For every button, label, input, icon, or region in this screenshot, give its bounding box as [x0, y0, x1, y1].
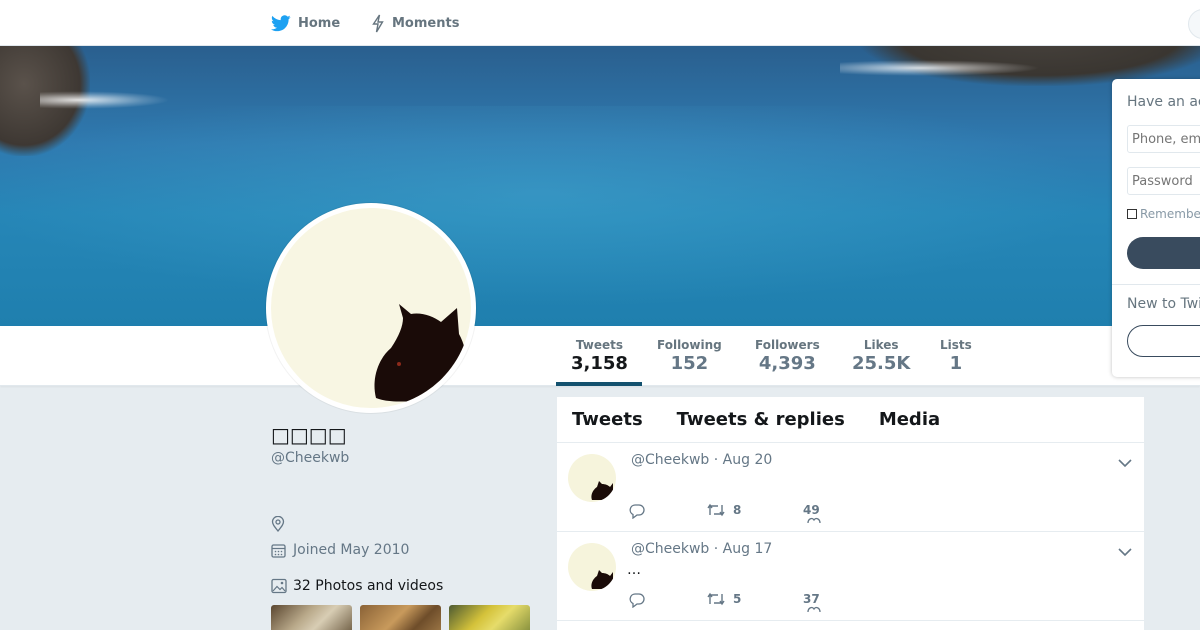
heart-icon	[807, 606, 821, 612]
stat-label: Lists	[940, 338, 972, 352]
lightning-icon	[371, 14, 385, 33]
login-heading: Have an ac	[1127, 94, 1200, 110]
photo-thumbnail[interactable]	[360, 605, 441, 630]
retweet-count: 5	[733, 592, 742, 606]
tweet-text: …	[627, 562, 641, 578]
photos-row[interactable]: 32 Photos and videos	[271, 578, 443, 594]
reply-button[interactable]	[629, 503, 653, 519]
location-row	[271, 516, 293, 532]
joined-date: Joined May 2010	[293, 542, 410, 558]
tab-tweets-replies[interactable]: Tweets & replies	[677, 409, 845, 430]
stat-lists[interactable]: Lists 1	[940, 338, 972, 374]
profile-banner	[0, 46, 1200, 326]
like-count: 49	[803, 503, 820, 517]
stat-value: 152	[670, 353, 709, 374]
stat-value: 25.5K	[852, 353, 911, 374]
stat-value: 4,393	[758, 353, 816, 374]
stat-label: Tweets	[575, 338, 624, 352]
black-cat-icon	[374, 304, 467, 403]
stat-tweets[interactable]: Tweets 3,158	[571, 338, 628, 374]
location-pin-icon	[271, 516, 289, 532]
nav-moments[interactable]: Moments	[371, 0, 459, 46]
timeline: Tweets Tweets & replies Media @Cheekwb ·…	[557, 397, 1144, 630]
nav-home[interactable]: Home	[271, 0, 340, 46]
reply-icon	[629, 503, 645, 519]
retweet-button[interactable]: 5	[707, 592, 741, 606]
tweet-header[interactable]: @Cheekwb · Aug 20	[631, 452, 772, 468]
signup-button[interactable]	[1127, 325, 1200, 357]
like-button[interactable]: 37	[803, 592, 821, 612]
nav-moments-label: Moments	[392, 15, 460, 31]
profile-handle[interactable]: @Cheekwb	[271, 450, 349, 466]
tweet-header[interactable]: @Cheekwb · Aug 17	[631, 541, 772, 557]
stat-label: Followers	[755, 338, 820, 352]
active-stat-underline	[556, 382, 642, 386]
search-field[interactable]	[1188, 9, 1200, 39]
photos-videos-link[interactable]: 32 Photos and videos	[293, 578, 443, 594]
like-count: 37	[803, 592, 820, 606]
black-cat-icon	[591, 570, 615, 589]
remember-checkbox[interactable]	[1127, 209, 1137, 219]
image-icon	[271, 578, 289, 594]
retweet-count: 8	[733, 503, 742, 517]
login-button[interactable]	[1127, 237, 1200, 269]
login-card: Have an ac Remembe New to Twi	[1112, 79, 1200, 377]
photo-thumbnail[interactable]	[271, 605, 352, 630]
stat-label: Following	[657, 338, 722, 352]
retweet-icon	[707, 592, 725, 606]
remember-label: Remembe	[1140, 207, 1200, 221]
chevron-down-icon[interactable]	[1118, 542, 1132, 561]
retweet-icon	[707, 503, 725, 517]
timeline-tabs: Tweets Tweets & replies Media	[557, 397, 1144, 443]
stat-label: Likes	[863, 338, 899, 352]
remember-me[interactable]: Remembe	[1127, 207, 1200, 221]
stat-value: 3,158	[571, 353, 628, 374]
tweet-actions: 5 37	[629, 592, 929, 612]
tweet-avatar[interactable]	[568, 454, 616, 502]
profile-avatar[interactable]	[266, 203, 476, 413]
stat-likes[interactable]: Likes 25.5K	[852, 338, 910, 374]
tab-media[interactable]: Media	[879, 409, 940, 430]
top-navigation: Home Moments	[0, 0, 1200, 46]
new-to-twitter-label: New to Twi	[1127, 296, 1200, 312]
stat-followers[interactable]: Followers 4,393	[755, 338, 820, 374]
twitter-bird-icon	[271, 14, 291, 32]
profile-stats-bar: Tweets 3,158 Following 152 Followers 4,3…	[0, 326, 1200, 386]
divider	[1112, 284, 1200, 285]
phone-email-input[interactable]	[1127, 125, 1200, 153]
profile-name: □□□□	[271, 423, 347, 447]
tweet-item[interactable]: @Cheekwb · Aug 17 … 5 37	[557, 532, 1144, 621]
stat-value: 1	[949, 353, 963, 374]
stat-following[interactable]: Following 152	[657, 338, 722, 374]
like-button[interactable]: 49	[803, 503, 821, 523]
reply-button[interactable]	[629, 592, 653, 608]
chevron-down-icon[interactable]	[1118, 453, 1132, 472]
tweet-item[interactable]: @Cheekwb · Aug 20 8 49	[557, 443, 1144, 532]
heart-icon	[807, 517, 821, 523]
password-input[interactable]	[1127, 167, 1200, 195]
tweet-actions: 8 49	[629, 503, 929, 523]
calendar-icon	[271, 543, 289, 558]
black-cat-icon	[591, 481, 615, 500]
tweet-avatar[interactable]	[568, 543, 616, 591]
joined-row: Joined May 2010	[271, 542, 409, 558]
tab-tweets[interactable]: Tweets	[572, 409, 643, 430]
retweet-button[interactable]: 8	[707, 503, 741, 517]
nav-home-label: Home	[298, 15, 341, 31]
reply-icon	[629, 592, 645, 608]
photo-thumbnail[interactable]	[449, 605, 530, 630]
